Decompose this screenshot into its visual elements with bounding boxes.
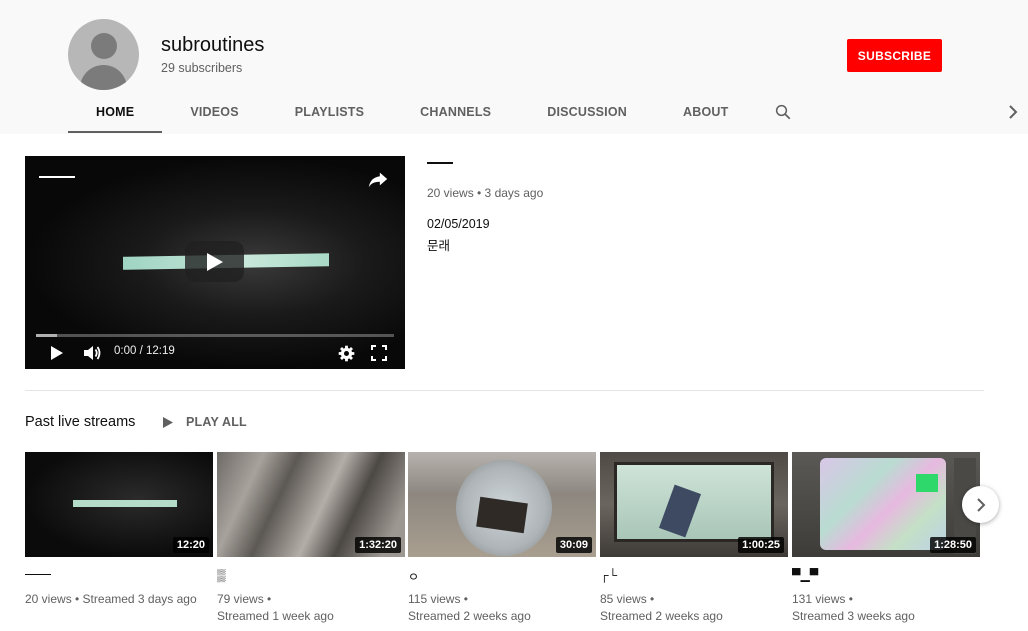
featured-video-description: 문래 [427,239,451,253]
gear-icon [338,345,354,361]
channel-header: subroutines 29 subscribers SUBSCRIBE HOM… [0,0,1028,134]
video-title[interactable]: ▒ [217,568,226,582]
thumbnail-object [476,496,528,534]
channel-tabs: HOME VIDEOS PLAYLISTS CHANNELS DISCUSSIO… [68,92,810,134]
play-all-button[interactable]: PLAY ALL [162,413,247,431]
play-icon [51,346,63,360]
avatar-body-shape [80,65,127,90]
search-icon [776,104,791,120]
video-card[interactable]: 1:00:25 ┌└ 85 views • Streamed 2 weeks a… [600,452,788,623]
play-all-label: PLAY ALL [186,415,247,429]
video-meta: 85 views • Streamed 2 weeks ago [600,591,788,625]
tab-channels[interactable]: CHANNELS [392,92,519,132]
player-title[interactable] [39,176,75,178]
video-thumbnail[interactable]: 30:09 [408,452,596,557]
video-thumbnail[interactable]: 1:00:25 [600,452,788,557]
video-meta: 115 views • Streamed 2 weeks ago [408,591,596,625]
thumbnail-green-block [916,474,938,492]
volume-icon [84,346,101,360]
video-meta-line: Streamed 2 weeks ago [600,609,723,623]
featured-video-title[interactable] [427,162,453,164]
player-time: 0:00 / 12:19 [114,345,175,357]
progress-loaded [36,334,58,337]
fullscreen-button[interactable] [368,342,390,364]
video-duration: 1:00:25 [738,537,784,553]
subscribe-button[interactable]: SUBSCRIBE [847,39,942,72]
video-duration: 30:09 [555,537,592,553]
play-icon [163,416,173,428]
avatar-head-shape [91,33,117,59]
video-meta-line: Streamed 2 weeks ago [408,609,531,623]
video-duration: 1:28:50 [930,537,976,553]
thumbnail-light-beam [73,500,177,507]
video-title[interactable]: ▀▁▀ [792,568,818,582]
share-icon [368,172,388,188]
share-button[interactable] [367,168,389,190]
featured-video-date: 02/05/2019 [427,217,490,231]
tab-playlists[interactable]: PLAYLISTS [267,92,392,132]
video-card[interactable]: 1:32:20 ▒ 79 views • Streamed 1 week ago [217,452,405,623]
video-meta: 131 views • Streamed 3 weeks ago [792,591,980,625]
channel-avatar[interactable] [68,19,139,90]
channel-search-button[interactable] [756,92,810,132]
video-thumbnail[interactable]: 12:20 [25,452,213,557]
video-meta-line: Streamed 3 weeks ago [792,609,915,623]
progress-bar[interactable] [36,334,394,337]
tab-videos[interactable]: VIDEOS [162,92,266,132]
video-meta-line: 115 views • [408,592,469,606]
video-title[interactable] [25,574,51,575]
featured-video-meta: 20 views • 3 days ago [427,186,544,200]
chevron-right-icon [1009,105,1018,119]
video-thumbnail[interactable]: 1:32:20 [217,452,405,557]
large-play-button[interactable] [185,241,244,282]
shelf-next-button[interactable] [962,486,999,523]
volume-button[interactable] [82,342,104,364]
thumbnail-tv-screen [820,458,946,550]
featured-video-player[interactable]: 0:00 / 12:19 [25,156,405,369]
tab-about[interactable]: ABOUT [655,92,756,132]
channel-name[interactable]: subroutines [161,34,264,57]
video-card[interactable]: 30:09 ㅇ 115 views • Streamed 2 weeks ago [408,452,596,623]
video-duration: 1:32:20 [355,537,401,553]
play-button[interactable] [47,342,67,364]
shelf-title[interactable]: Past live streams [25,414,135,430]
play-icon [206,252,223,271]
video-meta: 79 views • Streamed 1 week ago [217,591,405,625]
video-meta-line: 131 views • [792,592,853,606]
video-meta-line: 20 views • Streamed 3 days ago [25,592,197,606]
tabs-scroll-next-button[interactable] [1004,102,1022,122]
video-meta-line: 85 views • [600,592,655,606]
subscriber-count: 29 subscribers [161,61,243,75]
chevron-right-icon [976,497,985,512]
fullscreen-icon [371,345,387,361]
video-card[interactable]: 1:28:50 ▀▁▀ 131 views • Streamed 3 weeks… [792,452,980,623]
video-title[interactable]: ㅇ [408,568,419,585]
video-meta: 20 views • Streamed 3 days ago [25,591,213,608]
video-meta-line: 79 views • [217,592,272,606]
video-meta-line: Streamed 1 week ago [217,609,334,623]
video-thumbnail[interactable]: 1:28:50 [792,452,980,557]
video-title[interactable]: ┌└ [600,568,617,582]
video-card[interactable]: 12:20 20 views • Streamed 3 days ago [25,452,213,606]
section-divider [25,390,984,391]
tab-discussion[interactable]: DISCUSSION [519,92,655,132]
settings-button[interactable] [335,342,357,364]
video-duration: 12:20 [172,537,209,553]
tab-home[interactable]: HOME [68,92,163,133]
